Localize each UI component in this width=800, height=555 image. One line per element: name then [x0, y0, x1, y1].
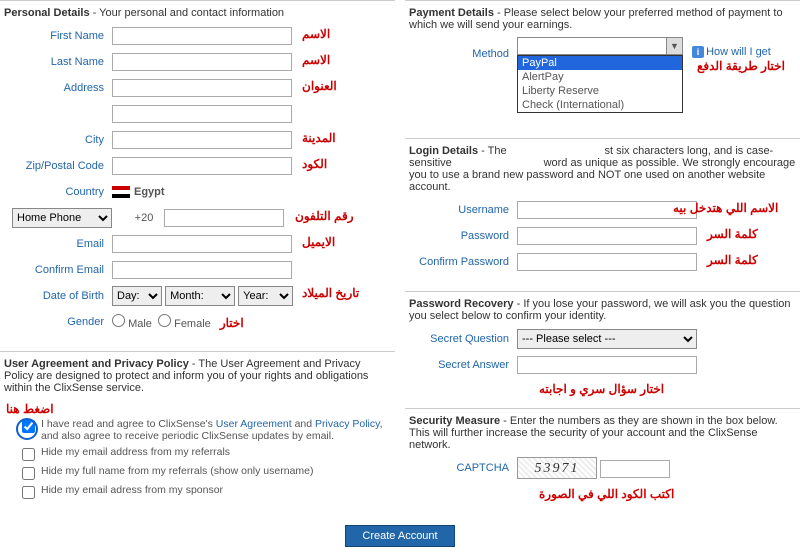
captcha-input[interactable] — [600, 460, 670, 478]
dob-month-select[interactable]: Month: — [165, 286, 235, 306]
create-account-button[interactable]: Create Account — [345, 525, 454, 547]
password-input[interactable] — [517, 227, 697, 245]
address-label: Address — [4, 82, 112, 94]
method-option-liberty[interactable]: Liberty Reserve — [518, 84, 682, 98]
method-option-alertpay[interactable]: AlertPay — [518, 70, 682, 84]
zip-label: Zip/Postal Code — [4, 160, 112, 172]
first-name-input[interactable] — [112, 27, 292, 45]
payment-title: Payment Details - Please select below yo… — [409, 7, 796, 31]
note-captcha: اكتب الكود اللي في الصورة — [539, 487, 800, 501]
note-press-here: اضغط هنا — [6, 402, 393, 416]
last-name-input[interactable] — [112, 53, 292, 71]
security-title: Security Measure - Enter the numbers as … — [409, 415, 796, 451]
dropdown-arrow-icon: ▼ — [666, 38, 682, 54]
agreement-title: User Agreement and Privacy Policy - The … — [4, 358, 391, 394]
agree-label: I have read and agree to ClixSense's Use… — [41, 418, 391, 442]
note-city: المدينة — [302, 131, 336, 145]
zip-input[interactable] — [112, 157, 292, 175]
email-label: Email — [4, 238, 112, 250]
highlight-circle-icon — [16, 418, 38, 440]
city-input[interactable] — [112, 131, 292, 149]
login-title: Login Details - The________________st si… — [409, 145, 796, 193]
confirm-email-label: Confirm Email — [4, 264, 112, 276]
method-label: Method — [409, 48, 517, 60]
user-agreement-link[interactable]: User Agreement — [216, 418, 292, 430]
country-value: Egypt — [134, 186, 165, 198]
captcha-label: CAPTCHA — [409, 462, 517, 474]
address-input[interactable] — [112, 79, 292, 97]
note-payment: اختار طريقة الدفع — [697, 59, 785, 73]
captcha-image: 53971 — [517, 457, 597, 479]
egypt-flag-icon — [112, 186, 130, 198]
note-lastname: الاسم — [302, 53, 330, 67]
dob-day-select[interactable]: Day: — [112, 286, 162, 306]
phone-code: +20 — [124, 212, 164, 224]
phone-input[interactable] — [164, 209, 284, 227]
method-option-paypal[interactable]: PayPal — [518, 56, 682, 70]
city-label: City — [4, 134, 112, 146]
personal-title: Personal Details - Your personal and con… — [4, 7, 391, 19]
email-input[interactable] — [112, 235, 292, 253]
dob-label: Date of Birth — [4, 290, 112, 302]
secret-question-label: Secret Question — [409, 333, 517, 345]
gender-female-radio[interactable] — [158, 314, 171, 327]
note-address: العنوان — [302, 79, 337, 93]
hide-sponsor-checkbox[interactable] — [22, 486, 35, 499]
hide-sponsor-label: Hide my email adress from my sponsor — [41, 484, 223, 496]
address2-input[interactable] — [112, 105, 292, 123]
gender-male-radio[interactable] — [112, 314, 125, 327]
dob-year-select[interactable]: Year: — [238, 286, 293, 306]
hide-name-label: Hide my full name from my referrals (sho… — [41, 465, 314, 477]
method-option-check[interactable]: Check (International) — [518, 98, 682, 112]
password-label: Password — [409, 230, 517, 242]
recovery-title: Password Recovery - If you lose your pas… — [409, 298, 796, 322]
note-dob: تاريخ الميلاد — [302, 286, 359, 300]
method-select[interactable]: ▼ — [517, 37, 683, 55]
secret-question-select[interactable]: --- Please select --- — [517, 329, 697, 349]
method-dropdown[interactable]: PayPal AlertPay Liberty Reserve Check (I… — [517, 55, 683, 113]
country-label: Country — [4, 186, 112, 198]
username-label: Username — [409, 204, 517, 216]
secret-answer-label: Secret Answer — [409, 359, 517, 371]
hide-name-checkbox[interactable] — [22, 467, 35, 480]
note-password: كلمة السر — [707, 227, 758, 241]
phone-type-select[interactable]: Home Phone — [12, 208, 112, 228]
hide-email-label: Hide my email address from my referrals — [41, 446, 230, 458]
note-email: الايميل — [302, 235, 335, 249]
note-username: الاسم اللي هتدخل بيه — [673, 201, 778, 215]
note-recovery: اختار سؤال سري و اجابته — [539, 382, 800, 396]
username-input[interactable] — [517, 201, 697, 219]
note-gender: اختار — [220, 316, 244, 330]
note-confirm-password: كلمة السر — [707, 253, 758, 267]
confirm-email-input[interactable] — [112, 261, 292, 279]
last-name-label: Last Name — [4, 56, 112, 68]
confirm-password-label: Confirm Password — [409, 256, 517, 268]
gender-label: Gender — [4, 316, 112, 328]
note-phone: رقم التلفون — [295, 209, 354, 223]
note-zip: الكود — [302, 157, 327, 171]
first-name-label: First Name — [4, 30, 112, 42]
hide-email-checkbox[interactable] — [22, 448, 35, 461]
info-icon: i — [692, 46, 704, 58]
secret-answer-input[interactable] — [517, 356, 697, 374]
confirm-password-input[interactable] — [517, 253, 697, 271]
privacy-policy-link[interactable]: Privacy Policy — [315, 418, 380, 430]
note-firstname: الاسم — [302, 27, 330, 41]
